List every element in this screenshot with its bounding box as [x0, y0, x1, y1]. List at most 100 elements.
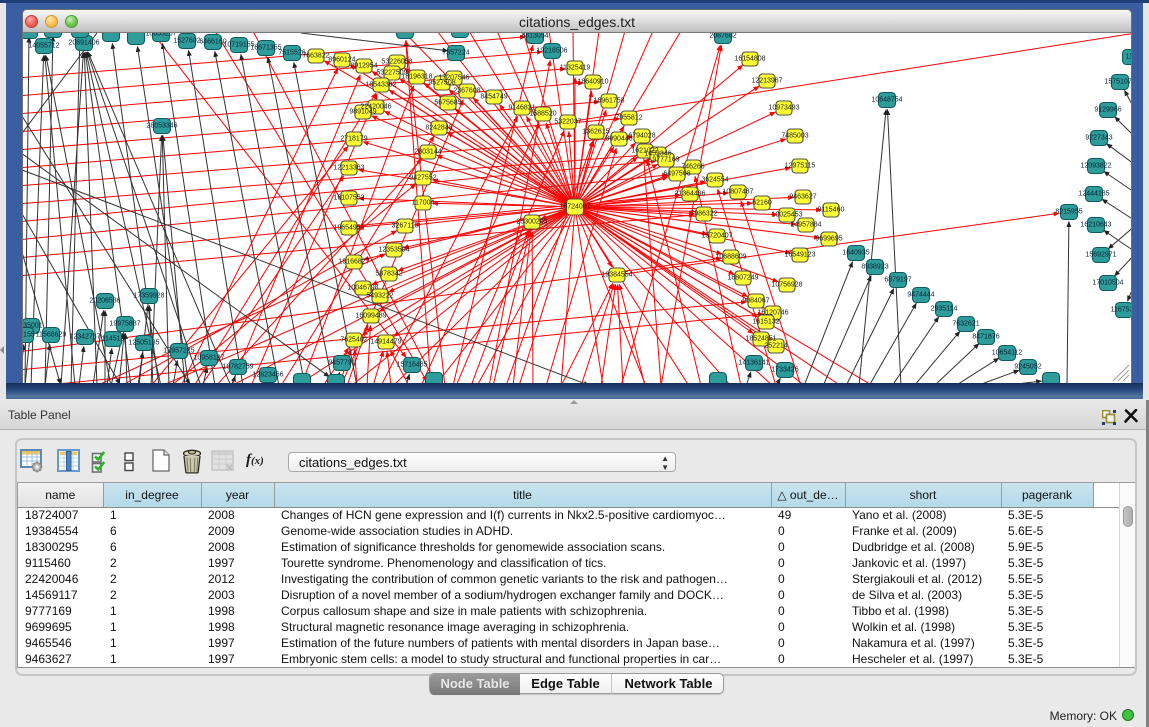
svg-text:12823466: 12823466	[252, 372, 283, 379]
svg-text:17957225: 17957225	[163, 348, 194, 355]
svg-text:16154808: 16154808	[734, 56, 765, 63]
svg-text:9777169: 9777169	[652, 157, 679, 164]
svg-text:53226058: 53226058	[381, 59, 412, 66]
svg-text:5878342: 5878342	[375, 271, 402, 278]
svg-text:15751074: 15751074	[1104, 79, 1131, 86]
svg-text:7357224: 7357224	[442, 50, 469, 57]
svg-text:18724007: 18724007	[559, 204, 590, 211]
svg-text:8471876: 8471876	[972, 334, 999, 341]
svg-text:2935114: 2935114	[931, 306, 958, 313]
svg-text:16543362: 16543362	[365, 82, 396, 89]
svg-text:16107552: 16107552	[333, 195, 364, 202]
svg-text:18524851: 18524851	[745, 336, 776, 343]
svg-text:19166827: 19166827	[338, 259, 369, 266]
svg-text:10653267: 10653267	[145, 33, 176, 38]
svg-text:16099489: 16099489	[355, 313, 386, 320]
svg-text:746266: 746266	[681, 164, 704, 171]
svg-text:10958127: 10958127	[193, 355, 224, 362]
svg-text:1733426: 1733426	[771, 367, 798, 374]
svg-text:7632621: 7632621	[952, 321, 979, 328]
svg-text:10973493: 10973493	[768, 105, 799, 112]
svg-text:25300203: 25300203	[516, 219, 547, 226]
svg-text:19654952: 19654952	[333, 225, 364, 232]
svg-text:16120746: 16120746	[757, 310, 788, 317]
svg-text:5493222: 5493222	[366, 293, 393, 300]
svg-text:7625402: 7625402	[340, 337, 367, 344]
svg-text:12342737: 12342737	[69, 334, 100, 341]
svg-text:9699695: 9699695	[815, 236, 842, 243]
svg-text:14957884: 14957884	[790, 222, 821, 229]
svg-text:8938923: 8938923	[861, 264, 888, 271]
svg-text:8215955: 8215955	[1055, 209, 1082, 216]
svg-text:15692971: 15692971	[1085, 252, 1116, 259]
svg-text:2367608: 2367608	[453, 88, 480, 95]
svg-text:1588520: 1588520	[529, 111, 556, 118]
svg-text:935001: 935001	[23, 323, 43, 330]
svg-text:1167534: 1167534	[1111, 307, 1131, 314]
svg-text:9457791: 9457791	[328, 360, 355, 367]
svg-text:9129966: 9129966	[1094, 107, 1121, 114]
svg-text:5322037: 5322037	[554, 119, 581, 126]
svg-text:6497568: 6497568	[663, 171, 690, 178]
svg-text:20206536: 20206536	[89, 298, 120, 305]
svg-text:10025453: 10025453	[771, 212, 802, 219]
svg-text:17207546: 17207546	[438, 75, 469, 82]
svg-text:252214: 252214	[764, 343, 787, 350]
svg-text:10756928: 10756928	[771, 282, 802, 289]
svg-text:9115460: 9115460	[818, 207, 845, 214]
svg-text:8813054: 8813054	[521, 33, 548, 40]
svg-text:7663822: 7663822	[302, 53, 329, 60]
svg-text:99155: 99155	[23, 332, 35, 339]
svg-text:7955812: 7955812	[615, 115, 642, 122]
svg-text:10046798: 10046798	[347, 285, 378, 292]
svg-text:8242848: 8242848	[425, 125, 452, 132]
svg-text:20691406: 20691406	[68, 40, 99, 47]
svg-text:28053346: 28053346	[146, 123, 177, 130]
svg-text:19384554: 19384554	[601, 272, 632, 279]
svg-text:8912954: 8912954	[350, 63, 377, 70]
svg-text:16782759: 16782759	[222, 364, 253, 371]
svg-text:16210643: 16210643	[1080, 222, 1111, 229]
svg-text:12505135: 12505135	[128, 340, 159, 347]
svg-text:17359928: 17359928	[133, 293, 164, 300]
svg-text:9891049: 9891049	[349, 109, 376, 116]
svg-text:16961758: 16961758	[593, 98, 624, 105]
svg-text:14914479: 14914479	[370, 339, 401, 346]
svg-text:12975115: 12975115	[785, 163, 816, 170]
svg-text:1527602: 1527602	[173, 38, 200, 45]
svg-text:17010504: 17010504	[1092, 280, 1123, 287]
svg-text:12093822: 12093822	[1080, 163, 1111, 170]
svg-text:114513: 114513	[102, 336, 125, 343]
svg-text:10688609: 10688609	[715, 254, 746, 261]
svg-text:9227343: 9227343	[1085, 135, 1112, 142]
svg-text:11325419: 11325419	[560, 65, 591, 72]
svg-text:12213363: 12213363	[333, 165, 364, 172]
svg-text:9474444: 9474444	[907, 292, 934, 299]
svg-text:5675685: 5675685	[434, 100, 461, 107]
svg-text:18640910: 18640910	[577, 79, 608, 86]
svg-text:62160: 62160	[752, 200, 772, 207]
svg-text:7986322: 7986322	[690, 211, 717, 218]
svg-text:117004: 117004	[412, 200, 435, 207]
svg-text:1640935: 1640935	[842, 250, 869, 257]
svg-text:16033809: 16033809	[389, 33, 420, 35]
svg-text:9427552: 9427552	[409, 175, 436, 182]
svg-text:6879197: 6879197	[884, 277, 911, 284]
svg-text:9084067: 9084067	[742, 298, 769, 305]
svg-text:6794028: 6794028	[628, 133, 655, 140]
svg-text:12213967: 12213967	[751, 78, 782, 85]
svg-text:18807249: 18807249	[727, 275, 758, 282]
svg-text:9463627: 9463627	[789, 194, 816, 201]
svg-text:11568629: 11568629	[36, 332, 67, 339]
svg-text:10648754: 10648754	[871, 97, 902, 104]
svg-text:14136141: 14136141	[738, 360, 769, 367]
svg-text:1615132: 1615132	[752, 319, 779, 326]
svg-text:12353504: 12353504	[378, 247, 409, 254]
svg-text:2803144: 2803144	[414, 149, 441, 156]
svg-text:2718179: 2718179	[340, 136, 367, 143]
svg-text:2087682: 2087682	[709, 33, 736, 40]
svg-text:10654112: 10654112	[992, 350, 1023, 357]
svg-text:3624554: 3624554	[701, 177, 728, 184]
svg-text:12444185: 12444185	[1078, 191, 1109, 198]
svg-text:15716485: 15716485	[396, 362, 427, 369]
